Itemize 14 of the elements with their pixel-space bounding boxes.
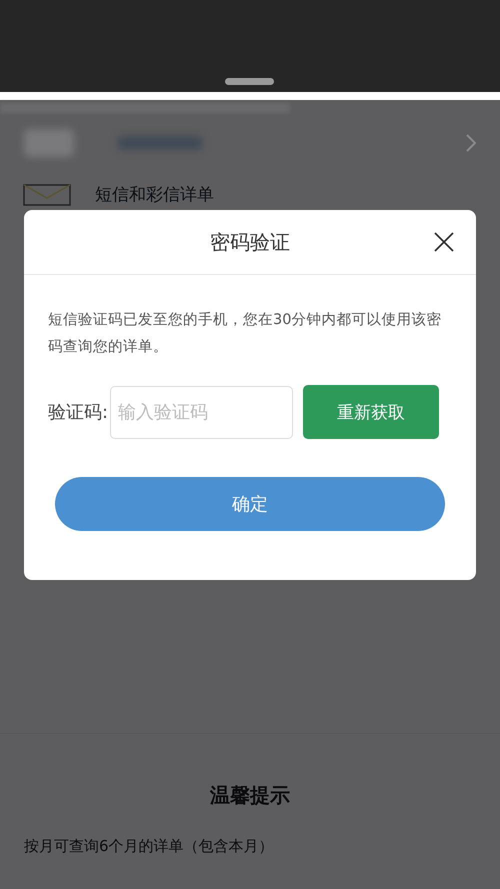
- close-icon[interactable]: [434, 232, 454, 252]
- drag-handle[interactable]: [225, 78, 274, 85]
- confirm-button[interactable]: 确定: [55, 477, 445, 531]
- envelope-icon: [23, 184, 71, 206]
- dialog-title: 密码验证: [210, 228, 290, 256]
- resend-button[interactable]: 重新获取: [303, 385, 440, 439]
- chevron-icon: [466, 134, 476, 152]
- code-label: 验证码:: [48, 401, 108, 424]
- list-item-label[interactable]: 短信和彩信详单: [95, 183, 214, 206]
- code-input-field[interactable]: 输入验证码: [110, 386, 294, 438]
- tips-text: 按月可查询6个月的详单（包含本月）: [24, 837, 274, 855]
- tips-title: 温馨提示: [210, 783, 290, 807]
- blurred-icon: [24, 129, 74, 157]
- dialog-message: 短信验证码已发至您的手机，您在30分钟内都可以使用该密码查询您的详单。: [47, 310, 442, 357]
